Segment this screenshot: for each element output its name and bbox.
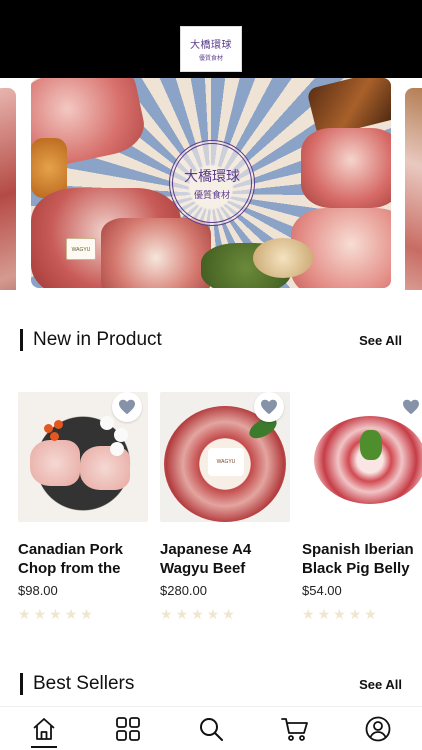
iberian-pork-icon[interactable]	[302, 392, 422, 522]
heart-icon	[403, 399, 419, 415]
best-sellers-title: Best Sellers	[33, 673, 135, 694]
star-icon: ★	[302, 606, 315, 622]
product-name-line1: Japanese A4	[160, 541, 252, 558]
tab-search[interactable]	[195, 707, 227, 750]
product-name-line2: Chop from the	[18, 560, 121, 577]
brand-seal: 大橋環球 優質食材	[169, 140, 255, 226]
best-sellers-see-all-link[interactable]: See All	[359, 677, 402, 692]
product-price: $280.00	[160, 583, 207, 598]
heart-icon	[119, 399, 135, 415]
quail-egg-shape	[100, 416, 114, 430]
search-icon	[200, 718, 223, 741]
tab-cart[interactable]	[279, 707, 311, 750]
star-icon: ★	[49, 606, 62, 622]
tomato-shape	[54, 420, 63, 429]
star-icon: ★	[80, 606, 93, 622]
star-icon: ★	[206, 606, 220, 622]
star-icon: ★	[348, 606, 362, 622]
star-icon: ★	[175, 606, 189, 622]
marbled-beef-image	[101, 218, 211, 288]
wagyu-beef-icon[interactable]: WAGYU	[160, 392, 290, 522]
cart-icon	[280, 718, 308, 741]
previous-banner-peek[interactable]	[0, 88, 16, 290]
beef-slice-image	[301, 128, 391, 208]
product-card[interactable]: Canadian Pork Chop from the $98.00 ★ ★ ★ ★ ★	[18, 392, 148, 621]
star-icon: ★	[317, 606, 331, 622]
quail-egg-shape	[114, 428, 128, 442]
product-name[interactable]: Spanish Iberian Black Pig Belly	[302, 540, 422, 578]
new-in-product-see-all-link[interactable]: See All	[359, 333, 402, 348]
promo-banner[interactable]: WAGYU 大橋環球 優質食材	[31, 78, 391, 288]
favorite-button[interactable]	[254, 392, 284, 422]
profile-icon	[365, 716, 391, 742]
favorite-button[interactable]	[112, 392, 142, 422]
product-price: $98.00	[18, 583, 58, 598]
product-name-line1: Spanish Iberian	[302, 541, 414, 558]
banner-carousel[interactable]: WAGYU 大橋環球 優質食材	[0, 78, 422, 290]
seal-subtitle: 優質食材	[193, 190, 230, 201]
tab-home[interactable]	[28, 707, 60, 750]
tab-categories[interactable]	[112, 707, 144, 750]
dumplings-image	[253, 238, 313, 278]
herb-garnish-shape	[360, 430, 382, 460]
product-name[interactable]: Canadian Pork Chop from the	[18, 540, 148, 578]
star-icon: ★	[160, 606, 173, 622]
star-rating: ★ ★ ★ ★ ★	[160, 607, 290, 621]
section-title: Best Sellers	[20, 673, 134, 695]
product-name[interactable]: Japanese A4 Wagyu Beef	[160, 540, 290, 578]
star-icon: ★	[333, 606, 346, 622]
tab-profile[interactable]	[362, 707, 394, 750]
brand-logo[interactable]: 大橋環球 優質食材	[180, 26, 242, 72]
categories-icon	[115, 717, 140, 741]
product-name-line2: Black Pig Belly	[302, 560, 410, 577]
title-accent-bar	[20, 673, 23, 695]
logo-subtitle: 優質食材	[198, 55, 223, 62]
product-name-line2: Wagyu Beef	[160, 560, 246, 577]
home-icon	[33, 718, 55, 740]
seal-title: 大橋環球	[184, 168, 240, 185]
star-icon: ★	[18, 606, 31, 622]
title-accent-bar	[20, 329, 23, 351]
new-in-product-header: New in Product See All	[20, 328, 402, 352]
top-bar: 大橋環球 優質食材	[0, 0, 422, 78]
product-card[interactable]: Spanish Iberian Black Pig Belly $54.00 ★…	[302, 392, 422, 621]
new-in-product-title: New in Product	[33, 329, 162, 350]
heart-icon	[261, 399, 277, 415]
product-card[interactable]: WAGYU Japanese A4 Wagyu Beef $280.00 ★ ★ ★…	[160, 392, 290, 621]
star-icon: ★	[64, 606, 78, 622]
star-rating: ★ ★ ★ ★ ★	[302, 607, 422, 621]
pork-chop-icon[interactable]	[18, 392, 148, 522]
section-title: New in Product	[20, 329, 162, 351]
product-name-line1: Canadian Pork	[18, 541, 124, 558]
star-icon: ★	[33, 606, 47, 622]
quail-egg-shape	[110, 442, 124, 456]
wagyu-tag: WAGYU	[66, 238, 96, 260]
pork-chop-shape	[30, 440, 80, 486]
wagyu-label: WAGYU	[208, 448, 244, 476]
best-sellers-header: Best Sellers See All	[20, 672, 402, 696]
product-list[interactable]: Canadian Pork Chop from the $98.00 ★ ★ ★ ★ ★…	[18, 392, 422, 628]
star-icon: ★	[364, 606, 377, 622]
star-icon: ★	[222, 606, 235, 622]
tomato-shape	[50, 432, 59, 441]
favorite-button[interactable]	[396, 392, 422, 422]
next-banner-peek[interactable]	[405, 88, 422, 290]
star-rating: ★ ★ ★ ★ ★	[18, 607, 148, 621]
star-icon: ★	[191, 606, 204, 622]
product-price: $54.00	[302, 583, 342, 598]
bottom-tab-bar	[0, 706, 422, 750]
logo-title: 大橋環球	[190, 40, 232, 51]
